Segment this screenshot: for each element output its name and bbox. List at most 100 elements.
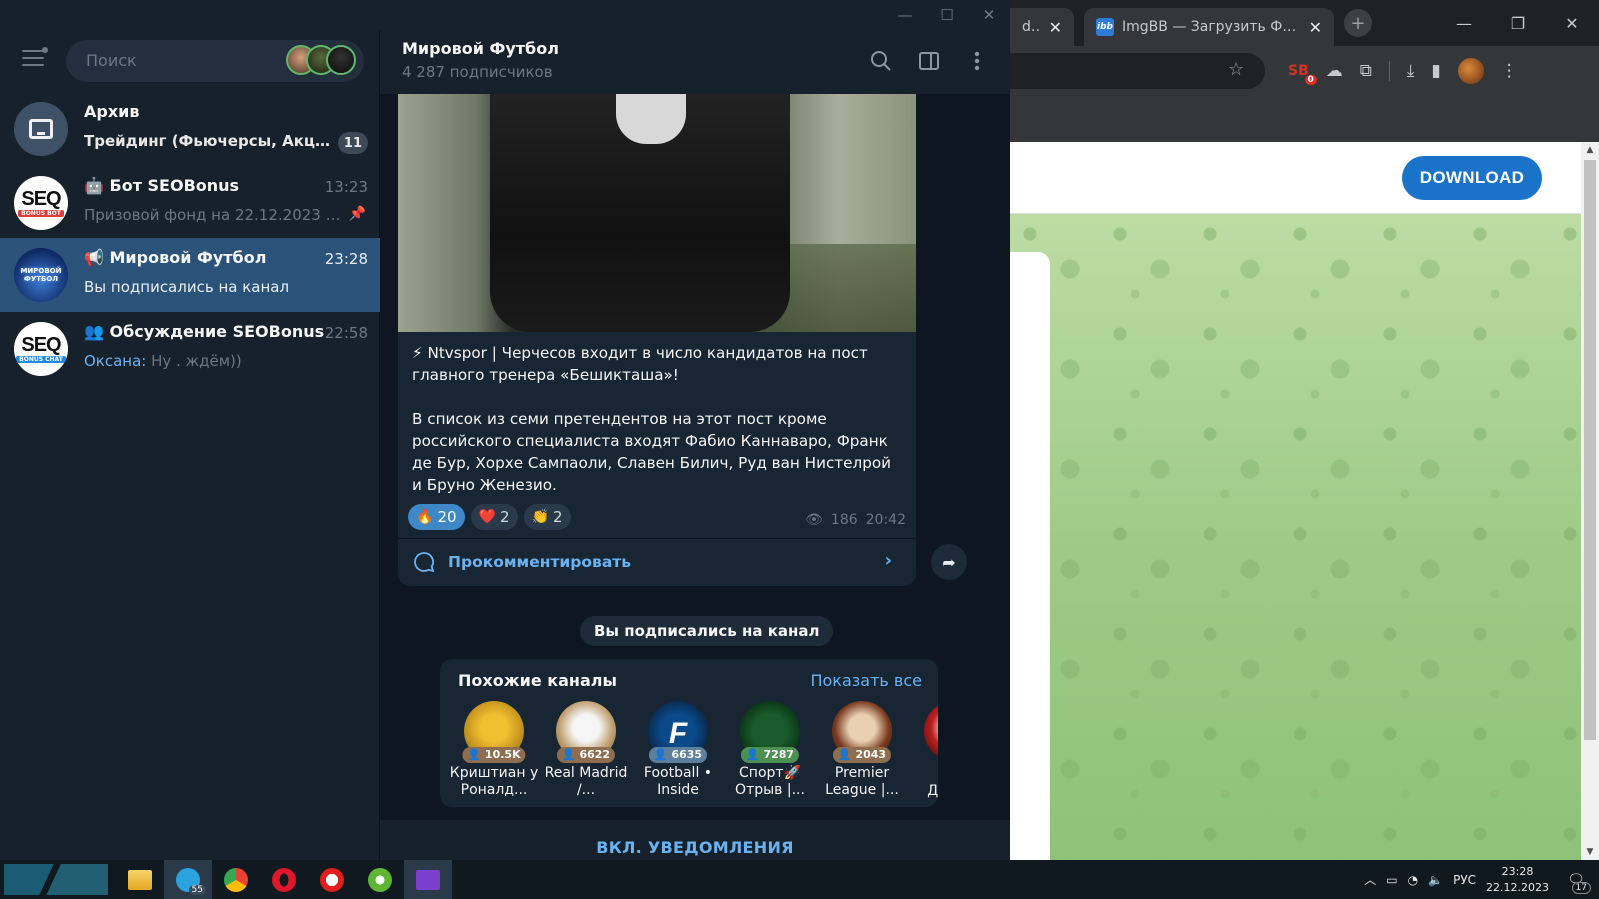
show-all-link[interactable]: Показать все — [810, 671, 922, 690]
subscriber-badge: 👤 7287 — [740, 747, 800, 763]
close-icon[interactable]: ✕ — [1545, 0, 1599, 46]
notification-center-icon[interactable]: 🗨 17 — [1561, 866, 1591, 894]
chat-header[interactable]: Мировой Футбол 4 287 подписчиков — [380, 30, 1010, 94]
profile-avatar[interactable] — [1457, 58, 1484, 84]
taskbar-utorrent[interactable] — [356, 860, 404, 899]
taskbar-chrome[interactable] — [212, 860, 260, 899]
channel-name: Football • Inside — [643, 765, 713, 798]
chat-title: Мировой Футбол — [402, 39, 559, 58]
scroll-up-icon[interactable]: ▲ — [1581, 142, 1599, 158]
address-bar[interactable] — [1010, 53, 1265, 89]
similar-channel-item[interactable]: 👤 2043 Premier League |... — [816, 701, 908, 800]
share-button[interactable]: ➦ — [931, 544, 967, 580]
search-placeholder: Поиск — [86, 51, 137, 70]
subscriber-badge: 👤 10.5K — [462, 747, 526, 763]
battery-icon[interactable]: ▭ — [1386, 873, 1397, 887]
side-panel-icon[interactable]: ▮ — [1431, 61, 1440, 81]
divider — [398, 538, 916, 539]
bookmark-star-icon[interactable]: ☆ — [1228, 59, 1244, 80]
page-background-pattern — [1010, 214, 1581, 860]
search-input[interactable]: Поиск — [66, 40, 364, 82]
maximize-icon[interactable]: ☐ — [926, 0, 968, 30]
sender-name: Оксана: — [84, 352, 147, 370]
start-button[interactable] — [4, 864, 108, 895]
bot-icon: 🤖 — [84, 176, 110, 195]
post-text: ⚡ Ntvspor | Черчесов входит в число канд… — [412, 342, 904, 518]
taskbar-yandex[interactable] — [308, 860, 356, 899]
page-scrollbar[interactable]: ▲ ▼ — [1581, 142, 1599, 860]
close-icon[interactable]: ✕ — [968, 0, 1010, 30]
post-photo[interactable] — [398, 94, 916, 332]
pin-icon: 📌 — [348, 206, 366, 222]
stories-avatars[interactable] — [286, 45, 356, 75]
search-icon[interactable] — [868, 48, 894, 74]
folder-icon — [128, 869, 152, 890]
taskbar-opera[interactable] — [260, 860, 308, 899]
story-avatar[interactable] — [326, 45, 356, 75]
seo-extension-icon[interactable]: SB 0 — [1288, 63, 1317, 85]
group-icon: 👥 — [84, 322, 110, 341]
chat-item-mirovoy-futbol[interactable]: МИРОВОЙ ФУТБОЛ 📢 Мировой Футбол 23:28 Вы … — [0, 238, 380, 312]
taskbar-telegram[interactable]: 55 — [164, 860, 212, 899]
browser-menu-icon[interactable]: ⋮ — [1501, 61, 1518, 81]
download-button[interactable]: DOWNLOAD — [1402, 156, 1542, 200]
similar-channel-item[interactable]: Дне Фу — [908, 701, 938, 800]
similar-channels: Похожие каналы Показать все 👤 10.5K Криш… — [440, 659, 938, 807]
clock[interactable]: 23:28 22.12.2023 — [1486, 864, 1549, 896]
channel-name: Premier League |... — [825, 765, 899, 798]
scrollbar-thumb[interactable] — [1584, 160, 1596, 740]
puzzle-extensions-icon[interactable]: ⧉ — [1360, 61, 1372, 81]
downloads-icon[interactable]: ⤓ — [1407, 61, 1415, 81]
new-tab-button[interactable]: + — [1344, 9, 1372, 37]
chat-item-archive[interactable]: Архив Трейдинг (Фьючерсы, Акции... 11 — [0, 92, 380, 166]
minimize-icon[interactable]: — — [884, 0, 926, 30]
restore-icon[interactable]: ❐ — [1491, 0, 1545, 46]
web-page: DOWNLOAD — [1010, 142, 1581, 860]
post-meta: 👁 186 20:42 — [805, 512, 906, 528]
telegram-window-controls: — ☐ ✕ — [884, 0, 1010, 30]
sidebar-toggle-icon[interactable] — [916, 48, 942, 74]
sidebar-top: Поиск — [0, 30, 380, 92]
chat-item-seobonus-bot[interactable]: SEQ BONUS BOT 🤖 Бот SEOBonus 13:23 Призов… — [0, 166, 380, 240]
chat-time: 22:58 — [324, 324, 368, 342]
comment-button[interactable]: Прокомментировать › — [412, 550, 902, 574]
browser-tab-title: ImgBB — Загрузить Фото - — [1122, 19, 1301, 35]
language-indicator[interactable]: РУС — [1453, 873, 1476, 887]
menu-icon[interactable] — [22, 47, 48, 70]
show-hidden-icons-icon[interactable]: ︿ — [1364, 871, 1376, 888]
chat-list-sidebar: Поиск Архив Трейдинг (Фьючерсы, Акции...… — [0, 30, 380, 860]
browser-tab[interactable]: dfoo ✕ — [1010, 8, 1074, 46]
chat-name: 📢 Мировой Футбол — [84, 248, 267, 267]
taskbar-media-app[interactable] — [404, 860, 452, 899]
similar-channel-item[interactable]: 👤 10.5K Криштиан у Роналд... — [448, 701, 540, 800]
minimize-icon[interactable]: — — [1437, 0, 1491, 46]
similar-channel-item[interactable]: 👤 7287 Спорт🚀 Отрыв |... — [724, 701, 816, 800]
close-tab-icon[interactable]: ✕ — [1049, 18, 1062, 37]
similar-channel-item[interactable]: F 👤 6635 Football • Inside — [632, 701, 724, 800]
chrome-icon — [224, 867, 248, 892]
browser-tab-imgbb[interactable]: ibb ImgBB — Загрузить Фото - ✕ — [1084, 8, 1334, 46]
more-options-icon[interactable] — [964, 48, 990, 74]
enable-notifications-button[interactable]: ВКЛ. УВЕДОМЛЕНИЯ — [380, 838, 1010, 857]
mirovoy-futbol-avatar: МИРОВОЙ ФУТБОЛ — [14, 248, 68, 302]
clock-time: 23:28 — [1501, 864, 1534, 878]
cloud-extension-icon[interactable]: ☁ — [1326, 61, 1343, 81]
header-actions — [868, 48, 990, 74]
reaction-heart[interactable]: ❤️ 2 — [470, 504, 518, 530]
chevron-right-icon: › — [884, 550, 892, 571]
channel-icon: 📢 — [84, 248, 110, 267]
comment-label: Прокомментировать — [448, 553, 632, 571]
system-tray: ︿ ▭ ◔ 🔈 РУС 23:28 22.12.2023 — [1364, 860, 1549, 899]
reaction-clap[interactable]: 👏 2 — [523, 504, 571, 530]
volume-icon[interactable]: 🔈 — [1428, 873, 1443, 887]
reaction-fire[interactable]: 🔥 20 — [408, 504, 465, 530]
page-header: DOWNLOAD — [1010, 142, 1581, 214]
scroll-down-icon[interactable]: ▼ — [1581, 844, 1599, 860]
windows-taskbar: 55 ︿ ▭ ◔ 🔈 РУС 23:28 22.12.2023 🗨 17 — [0, 860, 1599, 899]
close-tab-icon[interactable]: ✕ — [1309, 18, 1322, 37]
similar-channel-item[interactable]: 👤 6622 Real Madrid /... — [540, 701, 632, 800]
telegram-window: — ☐ ✕ Поиск Архив Трейдинг (Фьючерсы, Ак… — [0, 0, 1010, 890]
taskbar-file-explorer[interactable] — [116, 860, 164, 899]
chat-item-seobonus-discussion[interactable]: SEQ BONUS CHAT 👥 Обсуждение SEOBonus 22:5… — [0, 312, 380, 386]
wifi-icon[interactable]: ◔ — [1408, 873, 1418, 887]
